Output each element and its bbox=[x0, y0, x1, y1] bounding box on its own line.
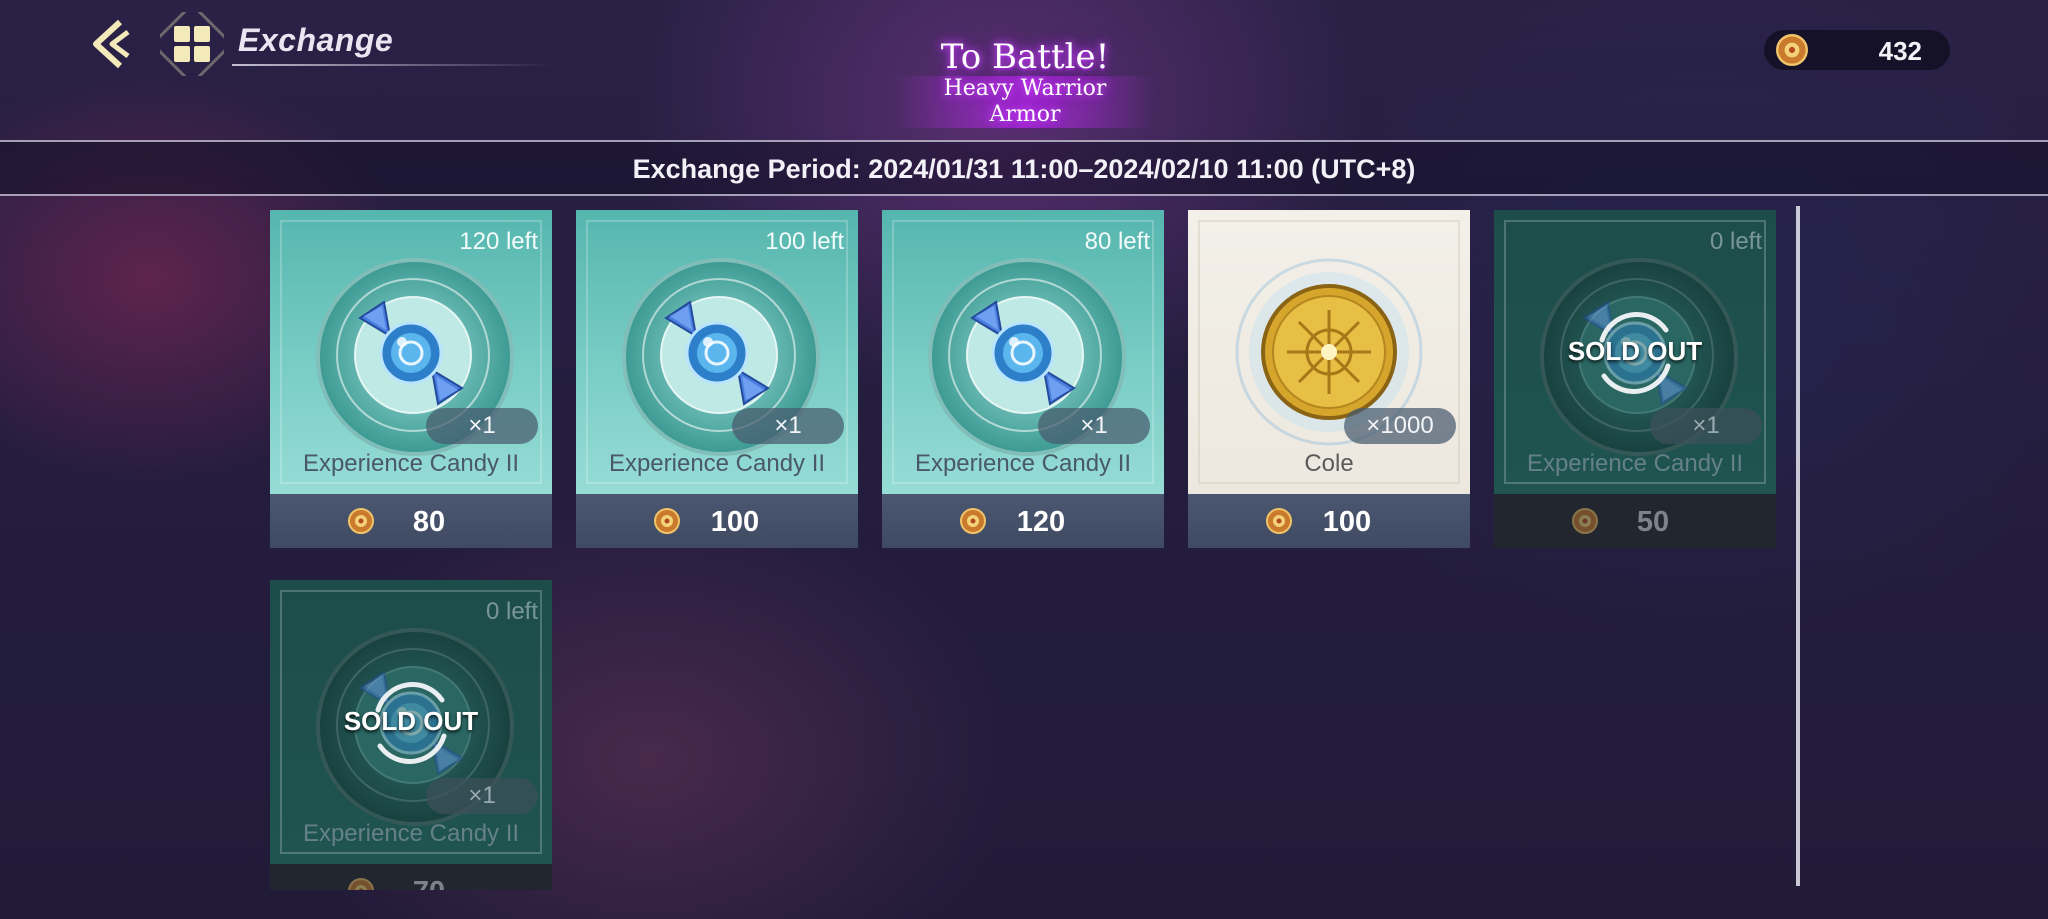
item-price: 100 bbox=[1322, 506, 1372, 538]
price-bar: 120 bbox=[882, 494, 1164, 548]
grid-menu-icon bbox=[153, 5, 231, 83]
item-name: Experience Candy II bbox=[608, 450, 826, 477]
stock-left: 100 left bbox=[765, 228, 844, 255]
sold-out-label: SOLD OUT bbox=[343, 706, 479, 736]
item-price: 50 bbox=[1636, 506, 1670, 538]
item-price: 100 bbox=[710, 506, 760, 538]
exchange-item-card[interactable]: ×1000 Cole 100 bbox=[1188, 210, 1470, 548]
exchange-period-text: Exchange Period: 2024/01/31 11:00–2024/0… bbox=[632, 154, 1416, 184]
stock-left: 0 left bbox=[1709, 228, 1762, 255]
back-button[interactable] bbox=[82, 12, 146, 76]
top-bar: Exchange To Battle! Heavy Warrior Armor … bbox=[0, 0, 2048, 128]
experience-candy-icon bbox=[358, 300, 464, 406]
item-price: 80 bbox=[412, 506, 446, 538]
exchange-item-card[interactable]: SOLD OUT 0 left ×1 Experience Candy II 5… bbox=[1494, 210, 1776, 548]
item-price: 120 bbox=[1016, 506, 1066, 538]
price-bar: 50 bbox=[1494, 494, 1776, 548]
exchange-item-card[interactable]: 120 left ×1 Experience Candy II 80 bbox=[270, 210, 552, 548]
page-title: Exchange bbox=[238, 22, 394, 58]
item-quantity: ×1 bbox=[426, 778, 538, 814]
price-bar: 80 bbox=[270, 494, 552, 548]
item-quantity: ×1000 bbox=[1344, 408, 1456, 444]
item-name: Experience Candy II bbox=[302, 450, 520, 477]
item-name: Cole bbox=[1304, 450, 1354, 477]
menu-button[interactable] bbox=[153, 5, 231, 83]
event-logo-line1: To Battle! bbox=[940, 37, 1110, 77]
currency-amount: 432 bbox=[1878, 36, 1922, 66]
currency-display: 432 bbox=[1764, 30, 1950, 70]
item-price: 70 bbox=[270, 876, 552, 890]
item-quantity: ×1 bbox=[426, 408, 538, 444]
item-name: Experience Candy II bbox=[302, 820, 520, 847]
stock-left: 0 left bbox=[485, 598, 538, 625]
stock-left: 120 left bbox=[459, 228, 538, 255]
sold-out-label: SOLD OUT bbox=[1567, 336, 1703, 366]
item-name: Experience Candy II bbox=[914, 450, 1132, 477]
event-logo: To Battle! Heavy Warrior Armor bbox=[895, 37, 1155, 128]
event-logo-line2: Heavy Warrior Armor bbox=[895, 76, 1155, 128]
item-name: Experience Candy II bbox=[1526, 450, 1744, 477]
scrollbar[interactable] bbox=[1796, 206, 1800, 886]
experience-candy-icon bbox=[664, 300, 770, 406]
price-bar: 100 bbox=[576, 494, 858, 548]
exchange-item-card[interactable]: 80 left ×1 Experience Candy II 120 bbox=[882, 210, 1164, 548]
price-bar: 100 bbox=[1188, 494, 1470, 548]
event-coin-icon bbox=[1776, 34, 1808, 66]
exchange-item-grid: 120 left ×1 Experience Candy II 80 100 l… bbox=[270, 210, 1790, 890]
stock-left: 80 left bbox=[1084, 228, 1150, 255]
exchange-item-card[interactable]: 100 left ×1 Experience Candy II 100 bbox=[576, 210, 858, 548]
title-underline bbox=[232, 64, 552, 66]
back-arrow-icon bbox=[93, 19, 130, 69]
exchange-period-banner: Exchange Period: 2024/01/31 11:00–2024/0… bbox=[0, 140, 2048, 196]
item-quantity: ×1 bbox=[1038, 408, 1150, 444]
experience-candy-icon bbox=[970, 300, 1076, 406]
item-quantity: ×1 bbox=[732, 408, 844, 444]
item-quantity: ×1 bbox=[1650, 408, 1762, 444]
exchange-item-card[interactable]: SOLD OUT 0 left ×1 Experience Candy II 7… bbox=[270, 580, 552, 890]
price-bar: 70 bbox=[270, 864, 552, 890]
